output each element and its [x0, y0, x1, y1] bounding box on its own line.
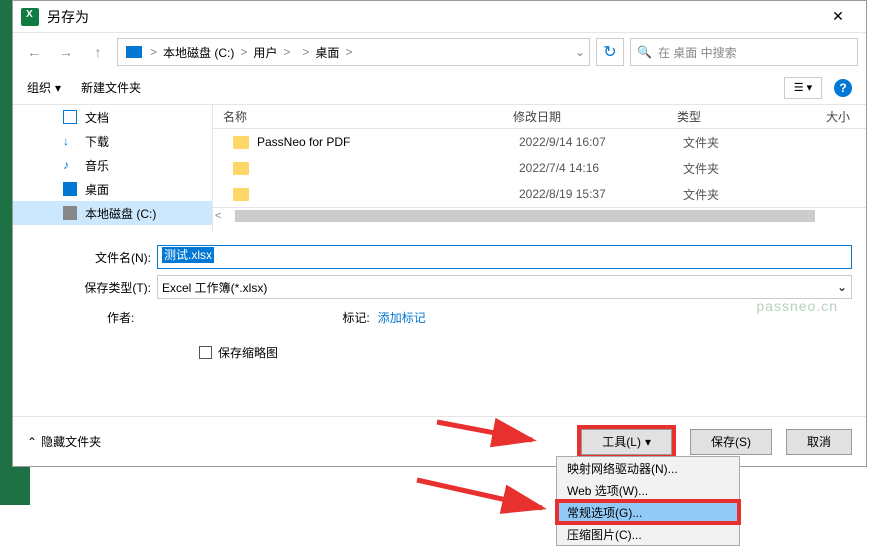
hide-folders-toggle[interactable]: ⌃隐藏文件夹 [27, 433, 101, 450]
sidebar-item-downloads[interactable]: ↓下载 [13, 129, 212, 153]
new-folder-button[interactable]: 新建文件夹 [81, 79, 141, 96]
col-type[interactable]: 类型 [677, 108, 809, 125]
file-row[interactable]: 2022/8/19 15:37 文件夹 [213, 181, 866, 207]
menu-map-drive[interactable]: 映射网络驱动器(N)... [557, 457, 739, 479]
col-name[interactable]: 名称 [213, 108, 513, 125]
file-list: 名称 修改日期 类型 大小 PassNeo for PDF 2022/9/14 … [213, 105, 866, 233]
save-thumbnail-checkbox[interactable] [199, 346, 212, 359]
menu-general-options[interactable]: 常规选项(G)... [557, 501, 739, 523]
breadcrumb-item[interactable]: 用户 [251, 44, 279, 61]
save-thumbnail-label: 保存缩略图 [218, 344, 278, 361]
chevron-down-icon: ▾ [55, 81, 61, 95]
watermark: passneo.cn [756, 298, 838, 314]
tools-highlight: 工具(L)▾ [577, 425, 676, 459]
folder-icon [233, 136, 249, 149]
up-button[interactable]: ↑ [85, 39, 111, 65]
pc-icon [126, 46, 142, 58]
breadcrumb-bar[interactable]: > 本地磁盘 (C:) > 用户 > > 桌面 > ⌄ [117, 38, 590, 66]
filename-label: 文件名(N): [27, 249, 157, 266]
menu-web-options[interactable]: Web 选项(W)... [557, 479, 739, 501]
sidebar-item-local-disk[interactable]: 本地磁盘 (C:) [13, 201, 212, 225]
col-modified[interactable]: 修改日期 [513, 108, 677, 125]
col-size[interactable]: 大小 [809, 108, 866, 125]
forward-button[interactable]: → [53, 39, 79, 65]
folder-icon [233, 162, 249, 175]
view-button[interactable]: ☰ ▾ [784, 77, 822, 99]
sidebar-item-music[interactable]: ♪音乐 [13, 153, 212, 177]
sidebar: 文档 ↓下载 ♪音乐 桌面 本地磁盘 (C:) [13, 105, 213, 233]
menu-compress-pictures[interactable]: 压缩图片(C)... [557, 523, 739, 545]
save-button[interactable]: 保存(S) [690, 429, 772, 455]
filename-input[interactable]: 测试.xlsx [157, 245, 852, 269]
tools-menu: 映射网络驱动器(N)... Web 选项(W)... 常规选项(G)... 压缩… [556, 456, 740, 546]
annotation-arrow [412, 468, 562, 528]
author-label: 作者: [107, 309, 134, 326]
organize-button[interactable]: 组织▾ [27, 79, 61, 96]
cancel-button[interactable]: 取消 [786, 429, 852, 455]
window-title: 另存为 [47, 7, 818, 27]
music-icon: ♪ [63, 158, 77, 172]
excel-icon [21, 8, 39, 26]
filetype-label: 保存类型(T): [27, 279, 157, 296]
path-dropdown-icon[interactable]: ⌄ [575, 45, 585, 59]
file-row[interactable]: 2022/7/4 14:16 文件夹 [213, 155, 866, 181]
filetype-select[interactable]: Excel 工作簿(*.xlsx)⌄ [157, 275, 852, 299]
chevron-down-icon: ▾ [645, 435, 651, 449]
desktop-icon [63, 182, 77, 196]
tools-button[interactable]: 工具(L)▾ [581, 429, 672, 455]
close-button[interactable]: ✕ [818, 3, 858, 31]
breadcrumb-item[interactable]: 本地磁盘 (C:) [161, 44, 236, 61]
breadcrumb-item[interactable]: 桌面 [313, 44, 341, 61]
save-as-dialog: 另存为 ✕ ← → ↑ > 本地磁盘 (C:) > 用户 > > 桌面 > ⌄ … [12, 0, 867, 467]
disk-icon [63, 206, 77, 220]
help-button[interactable]: ? [834, 79, 852, 97]
folder-icon [233, 188, 249, 201]
search-input[interactable]: 🔍 在 桌面 中搜索 [630, 38, 858, 66]
search-icon: 🔍 [637, 45, 652, 59]
publish-label: 发布 [42, 487, 70, 507]
refresh-button[interactable]: ↻ [596, 38, 624, 66]
horizontal-scrollbar[interactable]: < [213, 207, 866, 224]
sidebar-item-desktop[interactable]: 桌面 [13, 177, 212, 201]
sidebar-item-documents[interactable]: 文档 [13, 105, 212, 129]
add-tags-link[interactable]: 添加标记 [378, 309, 426, 326]
download-icon: ↓ [63, 134, 77, 148]
documents-icon [63, 110, 77, 124]
back-button[interactable]: ← [21, 39, 47, 65]
chevron-down-icon: ⌄ [837, 280, 847, 294]
file-row[interactable]: PassNeo for PDF 2022/9/14 16:07 文件夹 [213, 129, 866, 155]
tags-label: 标记: [342, 309, 369, 326]
chevron-up-icon: ⌃ [27, 435, 37, 449]
